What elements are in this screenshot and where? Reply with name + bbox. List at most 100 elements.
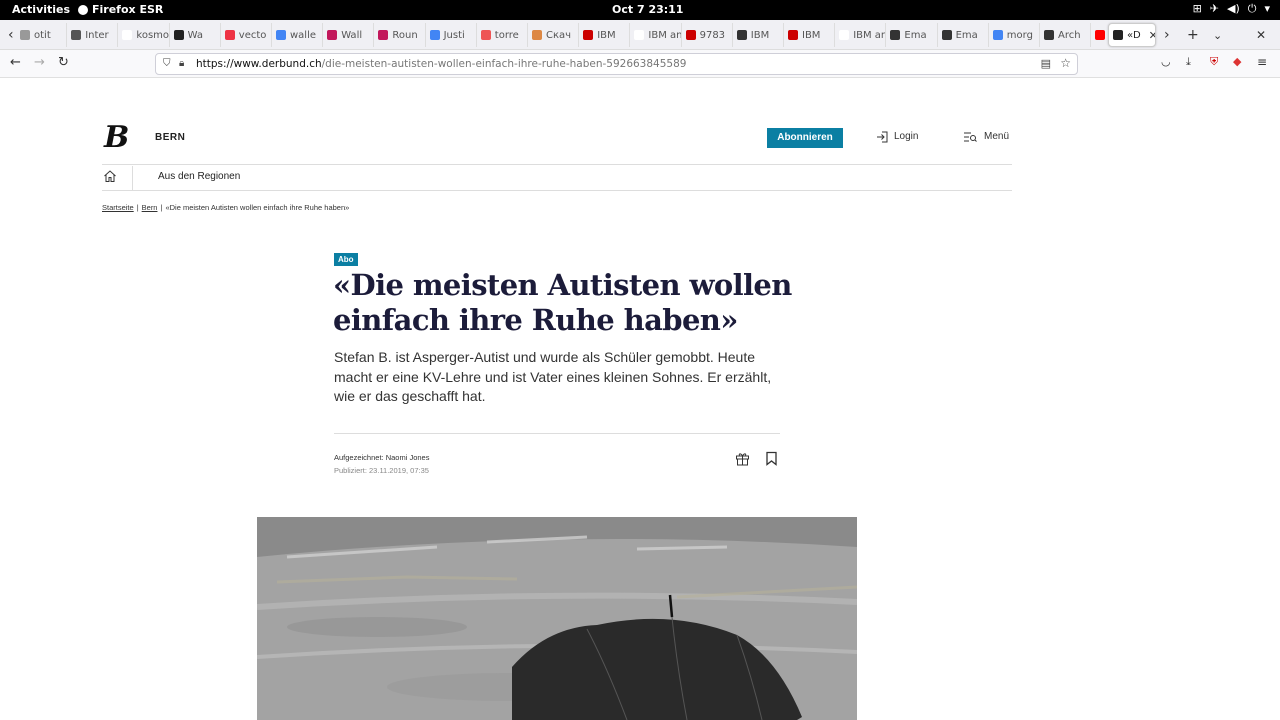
back-button[interactable]: ← — [10, 55, 21, 70]
app-menu[interactable]: Firefox ESR — [78, 3, 163, 16]
hamburger-menu-icon[interactable]: ≡ — [1257, 55, 1267, 69]
tab-favicon-icon — [1044, 30, 1054, 40]
reader-view-icon[interactable]: ▤ — [1041, 57, 1051, 70]
app-name: Firefox ESR — [92, 3, 164, 16]
tab-label: IBM and — [853, 29, 885, 41]
menu-button[interactable]: Menü — [963, 131, 1009, 143]
tab-favicon-icon — [532, 30, 542, 40]
home-icon[interactable] — [103, 169, 117, 183]
tab-favicon-icon — [224, 30, 235, 40]
tab-favicon-icon — [1113, 30, 1123, 40]
extension-ublock-icon[interactable]: ⛨ — [1210, 55, 1218, 69]
activities-button[interactable]: Activities — [12, 3, 70, 16]
browser-tab[interactable]: otit — [16, 23, 68, 47]
browser-tab[interactable]: Inter — [67, 23, 119, 47]
browser-tab[interactable]: morg — [989, 23, 1040, 47]
login-button[interactable]: Login — [876, 131, 918, 143]
scroll-tabs-right-icon[interactable]: › — [1164, 27, 1170, 43]
tab-label: walle — [290, 29, 317, 41]
tab-favicon-icon — [634, 30, 645, 40]
volume-icon: ◀) — [1227, 2, 1240, 15]
browser-tab[interactable]: Ema — [938, 23, 989, 47]
tab-label: Inter — [85, 29, 109, 41]
browser-tab[interactable]: Justi — [426, 23, 477, 47]
tab-favicon-icon — [429, 30, 440, 40]
tab-favicon-icon — [788, 30, 798, 40]
umbrella-photo — [257, 517, 857, 720]
browser-tab[interactable]: IBM — [579, 23, 631, 47]
browser-tab[interactable]: torre — [477, 23, 528, 47]
close-window-button[interactable]: ✕ — [1256, 28, 1266, 42]
system-tray[interactable]: ⊞ ✈ ◀) ⏻ ▾ — [1193, 2, 1270, 16]
tab-label: torre — [494, 29, 519, 41]
browser-tab[interactable]: Ema — [886, 23, 938, 47]
browser-tab[interactable]: «D ✕ — [1108, 23, 1156, 47]
breadcrumb-home-link[interactable]: Startseite — [102, 203, 134, 212]
forward-button[interactable]: → — [34, 55, 45, 70]
tab-bar: ‹ otit Inter kosmos Wa vecto walle Wall Roun Jus… — [0, 20, 1280, 50]
clock[interactable]: Oct 7 23:11 — [612, 3, 683, 16]
tab-favicon-icon — [685, 30, 696, 40]
system-top-bar: Activities Firefox ESR Oct 7 23:11 ⊞ ✈ ◀… — [0, 0, 1280, 20]
login-icon — [877, 131, 888, 143]
tab-label: Ema — [904, 29, 927, 41]
tab-favicon-icon — [583, 30, 594, 40]
tab-label: Arch — [1058, 29, 1081, 41]
browser-tab[interactable]: walle — [272, 23, 324, 47]
tab-label: vecto — [238, 29, 267, 41]
browser-tab[interactable]: 9783 — [682, 23, 733, 47]
menu-search-icon — [964, 132, 977, 142]
breadcrumb-section-link[interactable]: Bern — [142, 203, 158, 212]
tab-favicon-icon — [736, 30, 747, 40]
tab-favicon-icon — [1095, 30, 1106, 40]
browser-tab[interactable]: vecto — [221, 23, 272, 47]
bookmark-icon[interactable] — [765, 451, 778, 466]
tab-label: IBM — [802, 29, 821, 41]
browser-tab[interactable]: IBM and — [835, 23, 887, 47]
nav-regions-link[interactable]: Aus den Regionen — [158, 171, 240, 182]
navigation-bar: ← → ↻ ⛉ 🔒︎ https://www.derbund.ch/die-me… — [0, 50, 1280, 78]
scroll-tabs-left-icon[interactable]: ‹ — [8, 27, 14, 43]
tab-label: IBM and — [648, 29, 680, 41]
reload-button[interactable]: ↻ — [58, 55, 69, 70]
browser-tab[interactable]: IBM — [733, 23, 784, 47]
browser-tab[interactable]: Wall — [323, 23, 375, 47]
article-headline: «Die meisten Autisten wollen einfach ihr… — [333, 268, 792, 337]
site-logo[interactable]: B — [104, 123, 134, 153]
bookmark-star-icon[interactable]: ☆ — [1060, 56, 1071, 70]
new-tab-button[interactable]: + — [1187, 27, 1199, 43]
tab-favicon-icon — [992, 30, 1003, 40]
browser-tab[interactable]: IBM and — [630, 23, 682, 47]
tab-favicon-icon — [71, 30, 82, 40]
browser-tab[interactable]: Roun — [374, 23, 426, 47]
extension-icon[interactable]: ◆ — [1233, 55, 1241, 68]
tab-favicon-icon — [480, 30, 491, 40]
browser-tab[interactable]: Wa — [170, 23, 221, 47]
browser-tab[interactable]: IBM — [784, 23, 836, 47]
subscribe-button[interactable]: Abonnieren — [767, 128, 843, 148]
gift-icon[interactable] — [735, 451, 750, 466]
tracking-protection-icon[interactable]: ⛉ — [163, 58, 171, 69]
downloads-icon[interactable]: ⤓ — [1186, 55, 1191, 69]
url-bar[interactable]: ⛉ 🔒︎ https://www.derbund.ch/die-meisten-… — [155, 53, 1078, 75]
browser-tab[interactable]: Скач — [528, 23, 580, 47]
firefox-icon — [78, 4, 88, 15]
list-all-tabs-button[interactable]: ⌄ — [1213, 29, 1222, 42]
tab-favicon-icon — [378, 30, 389, 40]
browser-tab[interactable]: Arch — [1040, 23, 1092, 47]
web-page: B BERN Abonnieren Login Menü Aus den Reg… — [0, 78, 1280, 720]
divider — [102, 190, 1012, 191]
divider — [132, 166, 133, 190]
tab-favicon-icon — [276, 30, 286, 40]
tab-label: IBM — [597, 29, 616, 41]
tab-favicon-icon — [839, 30, 850, 40]
tab-label: Скач — [546, 29, 572, 41]
browser-tab[interactable]: kosmos — [118, 23, 170, 47]
tab-label: 9783 — [699, 29, 726, 41]
pocket-icon[interactable]: ◡ — [1161, 55, 1171, 68]
url-text[interactable]: https://www.derbund.ch/die-meisten-autis… — [196, 58, 686, 70]
site-region-label[interactable]: BERN — [155, 132, 185, 143]
lock-icon[interactable]: 🔒︎ — [179, 58, 184, 69]
tab-favicon-icon — [122, 30, 133, 40]
close-tab-icon[interactable]: ✕ — [1149, 29, 1155, 42]
